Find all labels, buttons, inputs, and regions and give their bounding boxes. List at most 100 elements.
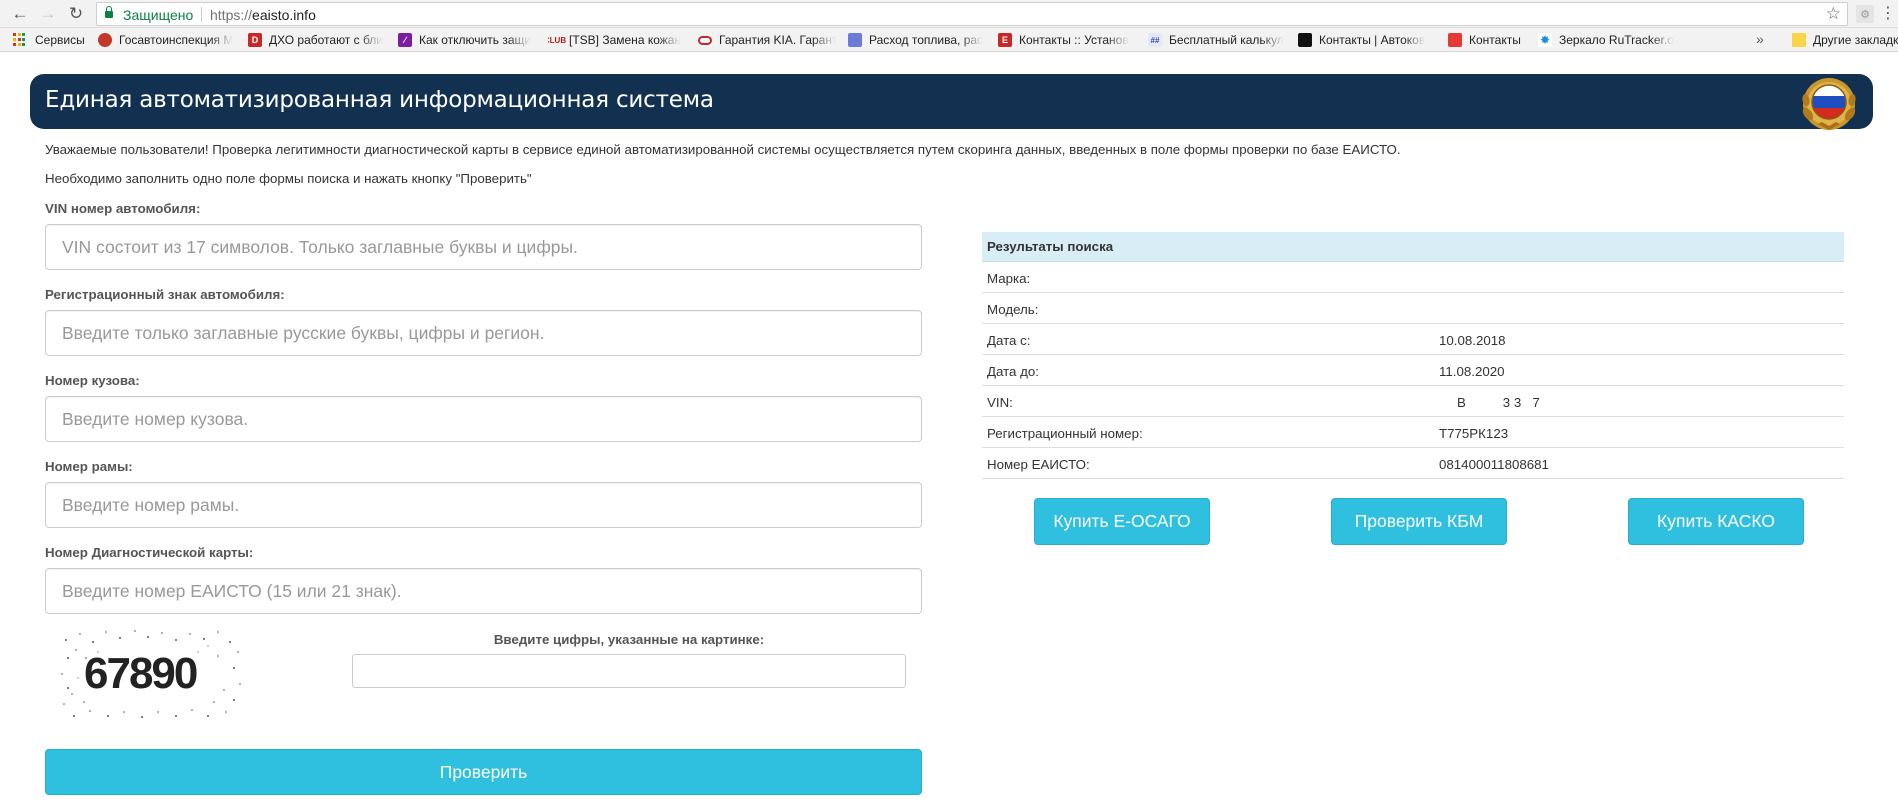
bookmark-label: Как отключить защи <box>419 33 532 47</box>
red-logo-icon <box>1448 33 1462 47</box>
lock-icon <box>105 6 113 19</box>
result-value: 081400011808681 <box>1439 457 1549 472</box>
table-row: Дата с: 10.08.2018 <box>982 324 1844 355</box>
buy-kasko-button[interactable]: Купить КАСКО <box>1628 498 1804 545</box>
bookmark-label: Контакты | Автоков <box>1319 33 1426 47</box>
tsb-club-icon: CLUB <box>548 35 567 45</box>
bookmark-item[interactable]: ✸ Зеркало RuTracker.o <box>1538 28 1674 52</box>
result-value-vin: В 3 3 7 <box>1457 395 1540 410</box>
purple-square-icon: ∕ <box>398 33 412 47</box>
browser-toolbar: ← → ↻ Защищено https://eaisto.info ☆ ⚙ ⋮ <box>0 0 1898 28</box>
table-row: Регистрационный номер: Т775РК123 <box>982 417 1844 448</box>
results-table: Результаты поиска Марка: Модель: Дата с:… <box>982 232 1844 479</box>
buy-osago-button[interactable]: Купить Е-ОСАГО <box>1034 498 1210 545</box>
bookmark-item[interactable]: D ДХО работают с бли <box>248 28 386 52</box>
bookmark-star-icon[interactable]: ☆ <box>1826 4 1841 24</box>
other-bookmarks-folder[interactable]: Другие закладк <box>1792 28 1898 52</box>
bookmark-item[interactable]: CLUB [TSB] Замена кожан <box>548 28 684 52</box>
bookmark-item[interactable]: E Контакты :: Установ <box>998 28 1136 52</box>
bookmark-item[interactable]: Госавтоинспекция М <box>98 28 236 52</box>
diag-card-label: Номер Диагностической карты: <box>45 545 254 560</box>
captcha-image: 67890 <box>61 630 241 718</box>
body-number-label: Номер кузова: <box>45 373 140 388</box>
bookmark-item[interactable]: ## Бесплатный калькул <box>1148 28 1284 52</box>
more-bookmarks-chevron-icon[interactable]: » <box>1756 31 1764 47</box>
vin-label: VIN номер автомобиля: <box>45 201 201 216</box>
folder-icon <box>1792 33 1806 47</box>
vin-placeholder: VIN состоит из 17 символов. Только загла… <box>62 237 578 257</box>
vin-input[interactable]: VIN состоит из 17 символов. Только загла… <box>45 224 922 270</box>
reg-plate-input[interactable]: Введите только заглавные русские буквы, … <box>45 310 922 356</box>
e-letter-icon: E <box>998 33 1012 47</box>
rutracker-icon: ✸ <box>1538 33 1552 47</box>
bookmark-label: Другие закладк <box>1813 33 1898 47</box>
bookmark-label: Госавтоинспекция М <box>119 33 234 47</box>
result-label: Дата до: <box>987 364 1039 379</box>
reg-plate-placeholder: Введите только заглавные русские буквы, … <box>62 323 545 343</box>
d-letter-icon: D <box>248 33 262 47</box>
body-number-input[interactable]: Введите номер кузова. <box>45 396 922 442</box>
address-divider <box>201 7 202 22</box>
calc-icon: ## <box>1148 33 1162 47</box>
bookmark-label: [TSB] Замена кожан <box>569 33 682 47</box>
gibdd-emblem-icon <box>98 33 112 47</box>
check-button[interactable]: Проверить <box>45 749 922 795</box>
bookmark-item[interactable]: Сервисы <box>13 28 90 52</box>
bookmark-label: Зеркало RuTracker.o <box>1559 33 1674 47</box>
frame-number-input[interactable]: Введите номер рамы. <box>45 482 922 528</box>
result-label: VIN: <box>987 395 1013 410</box>
bookmark-label: Контакты <box>1469 33 1521 47</box>
result-value: 11.08.2020 <box>1439 364 1505 379</box>
url-host: eaisto.info <box>252 7 316 23</box>
notice-text: Уважаемые пользователи! Проверка легитим… <box>45 142 1401 157</box>
captcha-input[interactable] <box>352 654 906 688</box>
table-row: Марка: <box>982 262 1844 293</box>
result-value: Т775РК123 <box>1439 426 1509 441</box>
result-label: Модель: <box>987 302 1039 317</box>
kia-logo-icon <box>698 35 712 45</box>
bookmark-item[interactable]: Расход топлива, рас <box>848 28 984 52</box>
reg-plate-label: Регистрационный знак автомобиля: <box>45 287 285 302</box>
back-arrow-icon[interactable]: ← <box>10 4 30 24</box>
page-title: Единая автоматизированная информационная… <box>45 87 714 113</box>
captcha-label: Введите цифры, указанные на картинке: <box>493 632 765 647</box>
instruction-text: Необходимо заполнить одно поле формы пои… <box>45 171 532 186</box>
bookmarks-bar: Сервисы Госавтоинспекция М D ДХО работаю… <box>0 28 1898 52</box>
result-label: Регистрационный номер: <box>987 426 1143 441</box>
extension-icon[interactable]: ⚙ <box>1856 5 1874 23</box>
table-row: Номер ЕАИСТО: 081400011808681 <box>982 448 1844 479</box>
address-bar[interactable]: Защищено https://eaisto.info ☆ <box>96 2 1848 26</box>
browser-menu-icon[interactable]: ⋮ <box>1880 3 1896 23</box>
bookmark-label: Бесплатный калькул <box>1169 33 1284 47</box>
table-row: VIN: В 3 3 7 <box>982 386 1844 417</box>
bookmark-item[interactable]: Контакты | Автоков <box>1298 28 1434 52</box>
bookmark-label: Контакты :: Установ <box>1019 33 1129 47</box>
body-number-placeholder: Введите номер кузова. <box>62 409 249 429</box>
table-row: Дата до: 11.08.2020 <box>982 355 1844 386</box>
captcha-code: 67890 <box>84 649 197 698</box>
bookmark-label: Расход топлива, рас <box>869 33 984 47</box>
table-row: Модель: <box>982 293 1844 324</box>
check-kbm-button[interactable]: Проверить КБМ <box>1331 498 1507 545</box>
result-value: 10.08.2018 <box>1439 333 1506 348</box>
bookmark-item[interactable]: ∕ Как отключить защи <box>398 28 534 52</box>
bookmark-item[interactable]: Гарантия KIA. Гарант <box>698 28 836 52</box>
frame-number-placeholder: Введите номер рамы. <box>62 495 240 515</box>
url-text[interactable]: https://eaisto.info <box>210 7 316 23</box>
diag-card-placeholder: Введите номер ЕАИСТО (15 или 21 знак). <box>62 581 402 601</box>
results-title: Результаты поиска <box>982 232 1844 262</box>
bookmark-label: Гарантия KIA. Гарант <box>719 33 836 47</box>
blue-doc-icon <box>848 33 862 47</box>
result-label: Дата с: <box>987 333 1031 348</box>
bookmark-item[interactable]: Контакты <box>1448 28 1528 52</box>
url-scheme: https:// <box>210 7 253 23</box>
site-header: Единая автоматизированная информационная… <box>30 74 1873 130</box>
result-label: Номер ЕАИСТО: <box>987 457 1090 472</box>
bookmark-label: ДХО работают с бли <box>269 33 384 47</box>
secure-label: Защищено <box>123 7 194 23</box>
forward-arrow-icon[interactable]: → <box>38 4 58 24</box>
diag-card-input[interactable]: Введите номер ЕАИСТО (15 или 21 знак). <box>45 568 922 614</box>
reload-icon[interactable]: ↻ <box>66 4 86 24</box>
frame-number-label: Номер рамы: <box>45 459 133 474</box>
apps-grid-icon <box>13 33 27 47</box>
